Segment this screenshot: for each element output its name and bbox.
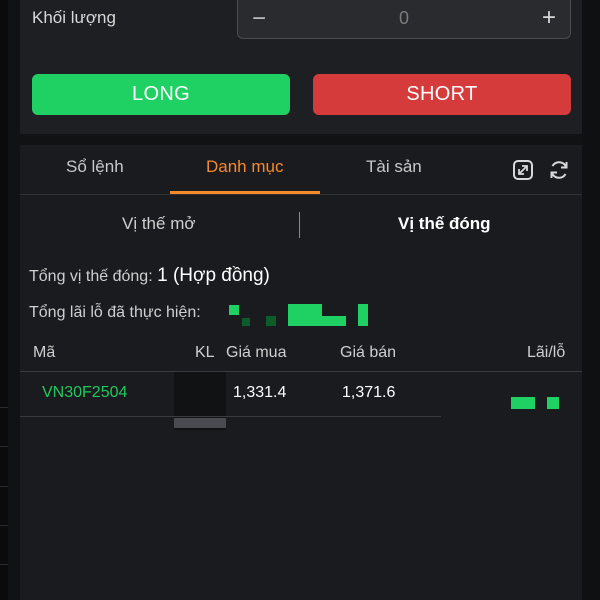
contract-code[interactable]: VN30F2504 [42,384,127,402]
column-header-pnl[interactable]: Lãi/lỗ [527,344,565,362]
pnl-redacted [511,397,561,409]
realized-pnl-label: Tổng lãi lỗ đã thực hiện: [29,304,201,321]
divider [0,486,8,487]
sell-price: 1,371.6 [342,384,396,401]
divider [0,407,8,408]
divider [0,525,8,526]
short-button[interactable]: SHORT [313,74,571,115]
buy-price: 1,331.4 [233,384,287,401]
realized-pnl-redacted [226,302,376,328]
subtab-open-positions[interactable]: Vị thế mở [122,214,196,234]
tab-portfolio[interactable]: Danh mục [206,157,283,177]
tab-bar: Sổ lệnh Danh mục Tài sản [20,145,582,195]
tab-assets[interactable]: Tài sản [366,157,422,177]
closed-positions-value: 1 (Hợp đồng) [157,265,270,286]
column-header-sell-price[interactable]: Giá bán [340,344,396,362]
column-header-buy-price[interactable]: Giá mua [226,344,286,362]
refresh-icon[interactable] [548,159,570,181]
position-subtabs: Vị thế mở Vị thế đóng [20,196,582,254]
subtab-closed-positions[interactable]: Vị thế đóng [398,214,491,234]
plus-icon[interactable]: + [542,4,556,32]
divider [0,446,8,447]
long-button[interactable]: LONG [32,74,290,115]
realized-pnl-summary: Tổng lãi lỗ đã thực hiện: [29,304,201,322]
quantity-input[interactable]: 0 [238,8,570,29]
active-tab-indicator [170,191,320,194]
left-edge-panel [0,0,8,600]
column-header-qty[interactable]: KL [195,344,215,362]
divider [299,212,300,238]
horizontal-scrollbar[interactable] [174,418,226,428]
tab-orders[interactable]: Sổ lệnh [66,157,124,177]
closed-positions-label: Tổng vị thế đóng: [29,268,153,285]
quantity-label: Khối lượng [32,8,116,27]
right-edge-panel [582,0,600,600]
divider [0,564,8,565]
expand-icon[interactable] [512,159,534,181]
portfolio-panel: Sổ lệnh Danh mục Tài sản Vị thế mở Vị th… [20,145,582,600]
column-header-code[interactable]: Mã [33,344,55,362]
quantity-stepper[interactable]: − 0 + [237,0,571,39]
closed-positions-summary: Tổng vị thế đóng: 1 (Hợp đồng) [29,265,270,287]
table-header: Mã KL Giá mua Giá bán Lãi/lỗ [20,338,582,372]
order-panel: Khối lượng − 0 + LONG SHORT [20,0,582,134]
table-row[interactable]: VN30F2504 1,331.4 1,371.6 [20,373,441,417]
